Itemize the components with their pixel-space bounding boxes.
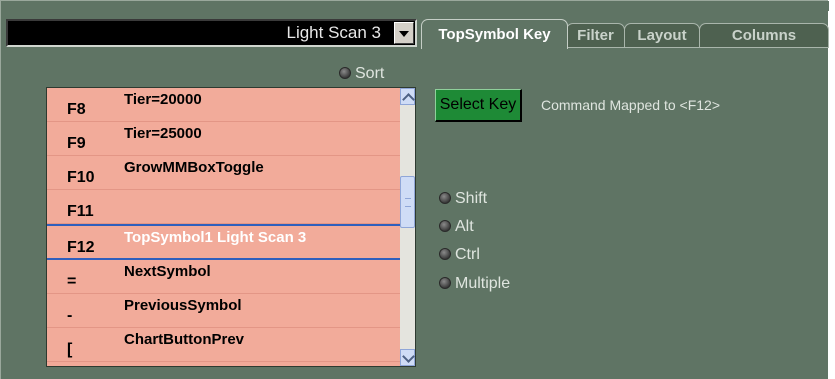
dropdown-arrow-icon[interactable] <box>394 22 414 44</box>
key-row-f12[interactable]: F12 TopSymbol1 Light Scan 3 <box>47 224 400 260</box>
key-row-f9[interactable]: F9 Tier=25000 <box>47 122 400 156</box>
radio-icon <box>439 220 451 232</box>
mapped-command-text: Command Mapped to <F12> <box>541 97 720 113</box>
tab-divider <box>566 47 829 48</box>
key-command: Tier=25000 <box>124 125 202 142</box>
tab-filter[interactable]: Filter <box>566 23 625 47</box>
alt-label: Alt <box>455 218 474 235</box>
key-row-minus[interactable]: - PreviousSymbol <box>47 294 400 328</box>
tab-topsymbol-key[interactable]: TopSymbol Key <box>421 19 568 49</box>
chevron-down-icon <box>402 350 415 363</box>
scroll-down-button[interactable] <box>400 349 415 366</box>
key-label: F12 <box>67 239 95 256</box>
settings-panel: Light Scan 3 TopSymbol Key Filter Layout… <box>0 0 829 379</box>
scan-select[interactable]: Light Scan 3 <box>6 19 417 47</box>
key-label: F8 <box>67 101 86 118</box>
multiple-label: Multiple <box>455 275 511 292</box>
radio-icon <box>439 248 451 260</box>
key-list-scrollbar[interactable] <box>400 88 415 366</box>
grip-icon <box>405 198 411 207</box>
ctrl-label: Ctrl <box>455 246 480 263</box>
panel-top-strip <box>1 1 829 11</box>
key-row-f10[interactable]: F10 GrowMMBoxToggle <box>47 156 400 190</box>
radio-icon <box>339 67 351 79</box>
radio-icon <box>439 192 451 204</box>
multiple-radio[interactable]: Multiple <box>439 274 510 294</box>
tab-layout[interactable]: Layout <box>624 23 700 47</box>
scan-select-value: Light Scan 3 <box>286 23 381 42</box>
key-command: Tier=20000 <box>124 91 202 108</box>
alt-radio[interactable]: Alt <box>439 217 474 237</box>
key-command: PreviousSymbol <box>124 297 242 314</box>
ctrl-radio[interactable]: Ctrl <box>439 245 480 265</box>
chevron-up-icon <box>402 93 415 106</box>
key-row-f8[interactable]: F8 Tier=20000 <box>47 88 400 122</box>
sort-label: Sort <box>355 65 385 82</box>
key-row-equals[interactable]: = NextSymbol <box>47 260 400 294</box>
shift-label: Shift <box>455 190 488 207</box>
key-label: F9 <box>67 135 86 152</box>
key-label: F11 <box>67 203 94 220</box>
key-command: NextSymbol <box>124 263 211 280</box>
scroll-up-button[interactable] <box>400 88 415 106</box>
radio-icon <box>439 277 451 289</box>
key-label: F10 <box>67 169 95 186</box>
tab-columns[interactable]: Columns <box>699 23 829 47</box>
key-command: TopSymbol1 Light Scan 3 <box>124 229 307 246</box>
shift-radio[interactable]: Shift <box>439 189 487 209</box>
key-row-f11[interactable]: F11 <box>47 190 400 224</box>
key-row-bracket[interactable]: [ ChartButtonPrev <box>47 328 400 362</box>
key-label: [ <box>67 341 73 358</box>
key-label: - <box>67 307 73 324</box>
key-command: ChartButtonPrev <box>124 331 245 348</box>
key-label: = <box>67 273 77 290</box>
sort-radio[interactable]: Sort <box>339 64 384 84</box>
key-command: GrowMMBoxToggle <box>124 159 264 176</box>
scroll-thumb[interactable] <box>400 176 415 228</box>
select-key-button[interactable]: Select Key <box>435 89 522 122</box>
key-list[interactable]: F8 Tier=20000 F9 Tier=25000 F10 GrowMMBo… <box>46 87 416 367</box>
